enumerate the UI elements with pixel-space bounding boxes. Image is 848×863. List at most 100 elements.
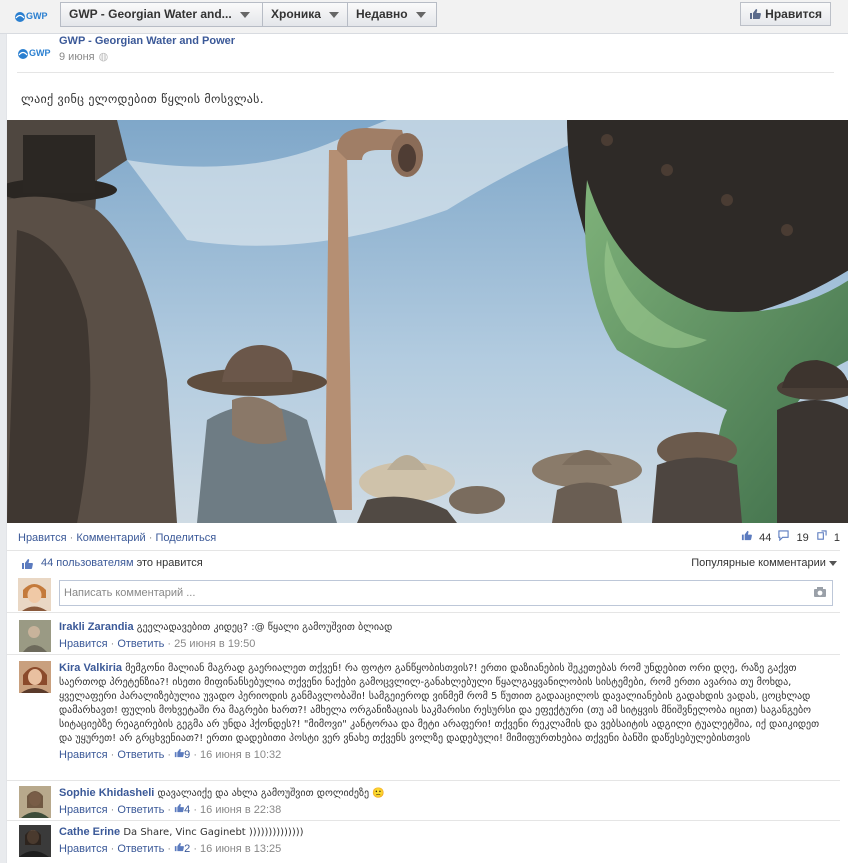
comment-text: დავალაიქე და ახლა გამოუშვით დოლიძეზე 🙁 <box>157 788 385 799</box>
chevron-down-icon <box>829 560 837 566</box>
likes-count: 44 <box>759 532 772 544</box>
timeline-label: Хроника <box>271 7 321 21</box>
thumbs-up-icon <box>750 9 762 19</box>
post-comment-link[interactable]: Комментарий <box>76 532 145 544</box>
camera-icon[interactable] <box>813 586 827 598</box>
comment-like-link[interactable]: Нравится <box>59 749 108 761</box>
likes-summary: 44 пользователям это нравится Популярные… <box>17 555 837 575</box>
thumbs-up-icon <box>741 530 752 541</box>
comment-bubble-icon <box>778 530 790 542</box>
gwp-logo-icon: GWP <box>15 11 48 22</box>
thumbs-up-icon <box>174 748 185 758</box>
page-topbar: GWP GWP - Georgian Water and... Хроника … <box>0 0 848 34</box>
recent-dropdown[interactable]: Недавно <box>347 2 437 27</box>
page-name-button[interactable]: GWP - Georgian Water and... <box>60 2 263 27</box>
post-share-link[interactable]: Поделиться <box>155 532 216 544</box>
post-author-name[interactable]: GWP - Georgian Water and Power <box>59 35 235 47</box>
separator-dot: · <box>107 749 118 761</box>
comment-reply-link[interactable]: Ответить <box>117 749 164 761</box>
share-icon <box>817 530 827 540</box>
commenter-avatar[interactable] <box>19 661 51 693</box>
divider <box>17 72 834 73</box>
commenter-name[interactable]: Irakli Zarandia <box>59 621 134 633</box>
comment-reply-link[interactable]: Ответить <box>117 843 164 855</box>
separator-dot: · <box>107 638 118 650</box>
commenter-name[interactable]: Sophie Khidasheli <box>59 787 154 799</box>
post-stats: 44 19 1 <box>737 530 840 544</box>
likes-suffix: это нравится <box>136 557 203 569</box>
comment-time[interactable]: 16 июня в 10:32 <box>200 749 281 761</box>
svg-text:GWP: GWP <box>26 11 48 21</box>
comment-likes[interactable]: 4 <box>174 803 190 816</box>
comment-reply-link[interactable]: Ответить <box>117 804 164 816</box>
page-like-label: Нравится <box>765 7 822 21</box>
comment-body: Cathe Erine Da Share, Vinc Gaginebt ))))… <box>59 825 829 856</box>
separator-dot: · <box>190 749 201 761</box>
separator-dot: · <box>164 804 175 816</box>
comment-like-link[interactable]: Нравится <box>59 843 108 855</box>
likes-people-link[interactable]: 44 пользователям <box>41 557 134 569</box>
divider <box>7 780 840 781</box>
separator-dot: · <box>107 804 118 816</box>
separator-dot: · <box>164 638 175 650</box>
chevron-down-icon <box>239 11 250 18</box>
thumbs-up-icon <box>174 842 185 852</box>
divider <box>7 654 840 655</box>
comment-time[interactable]: 25 июня в 19:50 <box>174 638 255 650</box>
separator-dot: · <box>190 804 201 816</box>
popular-comments-label: Популярные комментарии <box>691 557 826 569</box>
comment-input[interactable]: Написать комментарий ... <box>59 580 833 606</box>
comment-text: გეელადავებით კიდეც? :@ წყალი გამოუშვით ბ… <box>136 622 393 633</box>
page-name-label: GWP - Georgian Water and... <box>69 7 232 21</box>
post-actions: Нравится · Комментарий · Поделиться <box>18 532 216 544</box>
commenter-avatar[interactable] <box>19 620 51 652</box>
comment-like-link[interactable]: Нравится <box>59 638 108 650</box>
post-video-still[interactable] <box>7 120 848 523</box>
separator-dot: · <box>190 843 201 855</box>
comment-composer: Написать комментарий ... <box>17 578 837 614</box>
comment-reply-link[interactable]: Ответить <box>117 638 164 650</box>
post-like-link[interactable]: Нравится <box>18 532 67 544</box>
comment-body: Sophie Khidasheli დავალაიქე და ახლა გამო… <box>59 786 829 817</box>
svg-text:GWP: GWP <box>29 48 51 58</box>
comment-time[interactable]: 16 июня в 13:25 <box>200 843 281 855</box>
current-user-avatar <box>18 578 51 611</box>
likes-summary-text: 44 пользователям это нравится <box>41 557 203 569</box>
video-frame-image <box>7 120 848 523</box>
thumbs-up-icon <box>174 803 185 813</box>
timeline-dropdown[interactable]: Хроника <box>262 2 348 27</box>
comment-like-link[interactable]: Нравится <box>59 804 108 816</box>
comment-body: Irakli Zarandia გეელადავებით კიდეც? :@ წ… <box>59 620 829 651</box>
likes-stat[interactable]: 44 <box>741 530 772 544</box>
chevron-down-icon <box>328 11 339 18</box>
commenter-avatar[interactable] <box>19 786 51 818</box>
page-like-button[interactable]: Нравится <box>740 2 831 26</box>
comment-meta: Нравится · Ответить · 25 июня в 19:50 <box>59 637 829 651</box>
separator-dot: · <box>107 843 118 855</box>
recent-label: Недавно <box>356 7 408 21</box>
shares-stat[interactable]: 1 <box>816 530 840 544</box>
popular-comments-dropdown[interactable]: Популярные комментарии <box>691 557 837 569</box>
post-date-text[interactable]: 9 июня <box>59 51 95 63</box>
comment-time[interactable]: 16 июня в 22:38 <box>200 804 281 816</box>
comments-stat[interactable]: 19 <box>778 530 809 544</box>
post-date[interactable]: 9 июня ◍ <box>59 50 108 63</box>
commenter-avatar[interactable] <box>19 825 51 857</box>
author-avatar[interactable]: GWP <box>17 40 53 64</box>
comment-text: Da Share, Vinc Gaginebt )))))))))))))) <box>123 827 304 838</box>
separator-dot: · <box>164 749 175 761</box>
comment-meta: Нравится · Ответить · 2 · 16 июня в 13:2… <box>59 842 829 856</box>
post-card: GWP GWP - Georgian Water and Power 9 июн… <box>6 34 848 863</box>
commenter-name[interactable]: Cathe Erine <box>59 826 120 838</box>
comment-body: Kira Valkiria მემგონი მალიან მაგრად გაერ… <box>59 661 829 762</box>
comment-meta: Нравится · Ответить · 4 · 16 июня в 22:3… <box>59 803 829 817</box>
comment-likes[interactable]: 2 <box>174 842 190 855</box>
divider <box>7 550 840 551</box>
audience-globe-icon: ◍ <box>98 51 109 63</box>
post-text: ლაიქ ვინც ელოდებით წყლის მოსვლას. <box>21 92 264 106</box>
comments-count: 19 <box>796 532 809 544</box>
divider <box>7 612 840 613</box>
comment-meta: Нравится · Ответить · 9 · 16 июня в 10:3… <box>59 748 829 762</box>
commenter-name[interactable]: Kira Valkiria <box>59 662 122 674</box>
comment-likes[interactable]: 9 <box>174 748 190 761</box>
